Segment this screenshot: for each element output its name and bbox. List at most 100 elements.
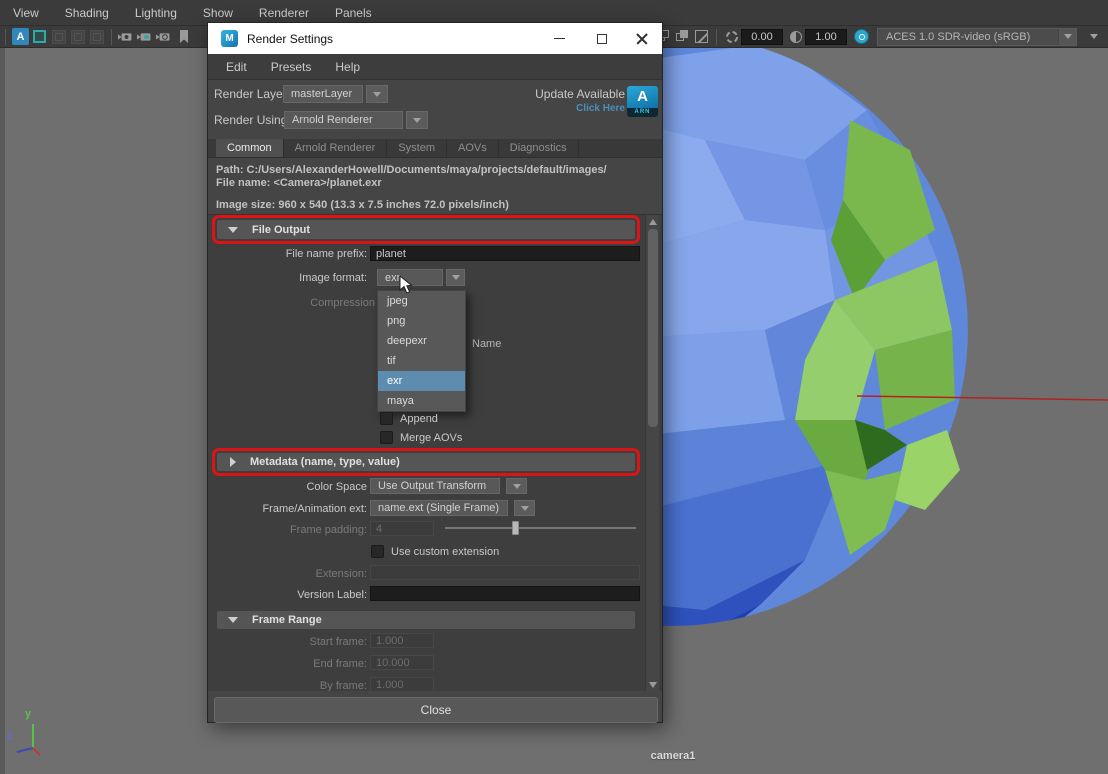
update-available-block: Update Available Click Here [535,87,625,114]
version-label-input[interactable] [370,586,640,601]
scrollbar-down-arrow[interactable] [649,682,657,688]
marquee-icon[interactable] [31,28,48,45]
format-option-maya[interactable]: maya [378,391,465,411]
frame-animation-ext-arrow[interactable] [514,500,535,516]
camera-icon[interactable] [118,28,135,45]
by-frame-input[interactable] [370,677,434,691]
scrollbar-up-arrow[interactable] [649,219,657,225]
format-option-png[interactable]: png [378,311,465,331]
format-option-jpeg[interactable]: jpeg [378,291,465,311]
view-transform-select[interactable]: ACES 1.0 SDR-video (sRGB) [877,28,1077,46]
pane-diagonal-icon[interactable] [693,28,710,45]
close-window-button[interactable] [625,23,659,54]
menu-lighting[interactable]: Lighting [122,0,190,26]
chevron-down-icon [228,227,238,233]
format-option-exr[interactable]: exr [378,371,465,391]
format-option-deepexr[interactable]: deepexr [378,331,465,351]
close-button[interactable]: Close [214,697,658,723]
output-path-text: Path: C:/Users/AlexanderHowell/Documents… [216,164,662,177]
append-label: Append [400,413,438,425]
tab-aovs[interactable]: AOVs [447,139,499,157]
format-option-tif[interactable]: tif [378,351,465,371]
toolbar-separator [5,29,6,45]
exposure-icon[interactable] [723,28,740,45]
arnold-badge-letter: A [627,86,658,108]
section-title: File Output [252,224,310,236]
render-layer-arrow[interactable] [366,85,388,103]
frame-animation-ext-select[interactable]: name.ext (Single Frame) [370,500,508,516]
render-using-label: Render Using [214,113,287,127]
menu-presets[interactable]: Presets [259,60,324,74]
color-management-icon[interactable] [853,28,870,45]
extension-input[interactable] [370,565,640,580]
camera-lock-icon[interactable] [137,28,154,45]
file-name-prefix-label: File name prefix: [209,248,367,260]
image-size-text: Image size: 960 x 540 (13.3 x 7.5 inches… [216,199,662,212]
window-titlebar[interactable]: Render Settings [208,23,662,54]
section-title: Frame Range [252,614,322,626]
dropdown-arrow-icon[interactable] [1085,28,1102,45]
dialog-header: Render Layer masterLayer Render Using Ar… [208,80,662,139]
gamma-icon[interactable] [787,28,804,45]
gamma-input[interactable] [805,29,847,45]
exposure-input[interactable] [741,29,783,45]
menu-view[interactable]: View [0,0,52,26]
file-name-prefix-input[interactable] [370,246,640,261]
dim-icon-3[interactable] [88,28,105,45]
render-layer-select[interactable]: masterLayer [283,85,363,103]
minimize-button[interactable] [542,23,576,54]
frame-padding-slider-handle[interactable] [512,521,519,535]
tab-arnold-renderer[interactable]: Arnold Renderer [284,139,388,157]
color-space-value: Use Output Transform [371,480,486,492]
axis-z-label: z [7,730,13,742]
settings-scrollbar[interactable] [645,215,659,691]
section-file-output[interactable]: File Output [217,220,635,239]
extension-label: Extension: [209,568,367,580]
bookmark-icon[interactable] [175,28,192,45]
tab-system[interactable]: System [387,139,447,157]
frame-animation-ext-value: name.ext (Single Frame) [371,502,499,514]
dim-icon-1[interactable] [50,28,67,45]
frame-padding-slider-track[interactable] [445,527,636,529]
window-title: Render Settings [247,32,333,46]
append-checkbox[interactable] [380,412,393,425]
merge-aovs-label: Merge AOVs [400,432,462,444]
section-metadata[interactable]: Metadata (name, type, value) [217,453,635,471]
arnold-badge-icon[interactable]: A ARN [627,86,658,117]
frame-padding-input[interactable] [370,521,434,536]
color-space-arrow[interactable] [506,478,527,494]
update-click-here-link[interactable]: Click Here [535,103,625,114]
render-layer-label: Render Layer [214,87,287,101]
scrollbar-thumb[interactable] [648,229,658,427]
pane-copy-icon[interactable] [674,28,691,45]
image-format-arrow[interactable] [446,269,465,286]
dialog-menubar: Edit Presets Help [208,54,662,80]
update-available-text: Update Available [535,87,625,101]
merge-aovs-checkbox[interactable] [380,431,393,444]
use-custom-extension-label: Use custom extension [391,546,499,558]
menu-edit[interactable]: Edit [214,60,259,74]
end-frame-input[interactable] [370,655,434,670]
tab-diagnostics[interactable]: Diagnostics [499,139,579,157]
render-using-arrow[interactable] [406,111,428,129]
section-frame-range[interactable]: Frame Range [217,611,635,629]
use-custom-extension-checkbox[interactable] [371,545,384,558]
tab-common[interactable]: Common [216,139,284,157]
camera-settings-icon[interactable] [156,28,173,45]
view-transform-arrow[interactable] [1058,29,1076,45]
render-settings-window: Render Settings Edit Presets Help Render… [207,22,663,723]
background-name-fragment: Name [472,338,522,350]
letter-a-icon[interactable] [12,28,29,45]
toolbar-separator [716,29,717,45]
frame-padding-label: Frame padding: [209,524,367,536]
menu-shading[interactable]: Shading [52,0,122,26]
render-using-select[interactable]: Arnold Renderer [284,111,403,129]
menu-help[interactable]: Help [323,60,372,74]
maximize-button[interactable] [585,23,619,54]
dim-icon-2[interactable] [69,28,86,45]
start-frame-input[interactable] [370,633,434,648]
camera-name-label: camera1 [593,750,753,762]
image-format-dropdown-list: jpeg png deepexr tif exr maya [377,290,466,412]
color-space-select[interactable]: Use Output Transform [370,478,500,494]
version-label-label: Version Label: [209,589,367,601]
